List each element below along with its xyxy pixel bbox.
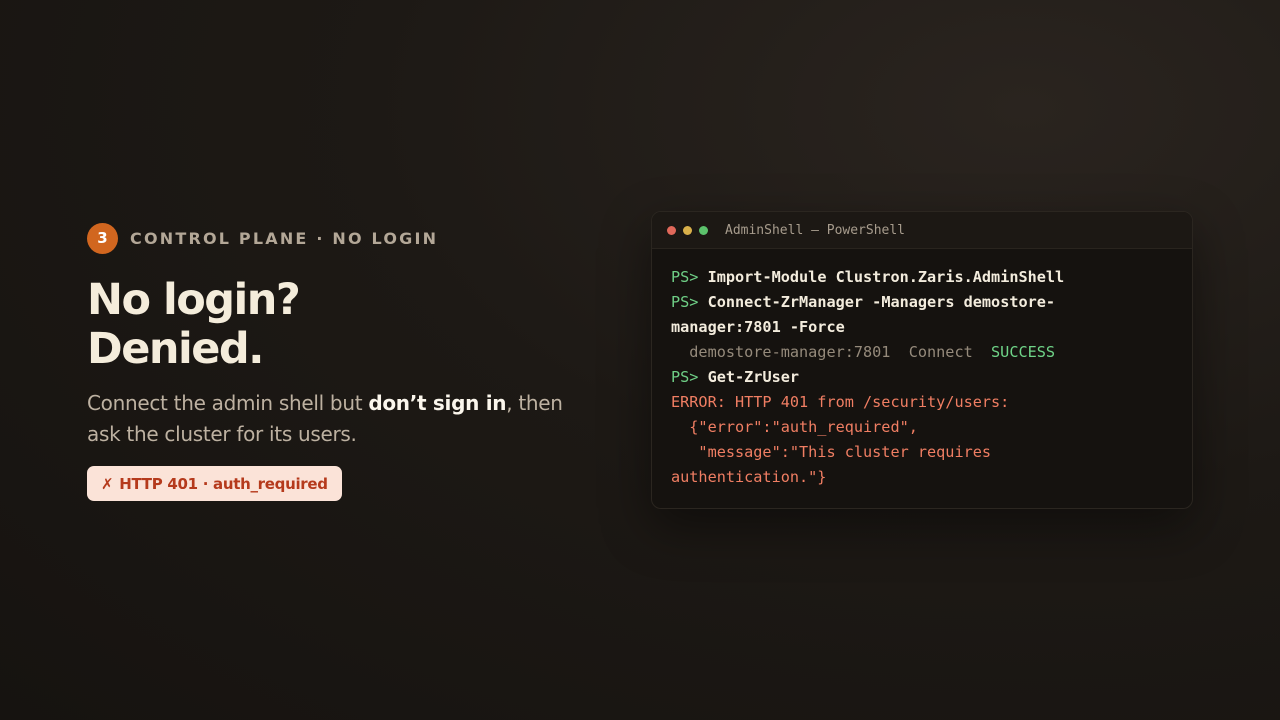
error-output: "message":"This cluster requires (671, 443, 992, 461)
close-window-dot-icon[interactable] (667, 225, 676, 235)
headline: No login? Denied. (87, 276, 587, 374)
maximize-window-dot-icon[interactable] (699, 225, 708, 235)
prompt: PS> (671, 368, 699, 386)
terminal-line: authentication."} (671, 465, 1173, 490)
terminal-line: PS> Get-ZrUser (671, 365, 1173, 390)
terminal-output[interactable]: PS> Import-Module Clustron.Zaris.AdminSh… (652, 249, 1192, 490)
terminal-title: AdminShell — PowerShell (725, 222, 906, 238)
subtitle-line-2: ask the cluster for its users. (87, 422, 357, 446)
terminal-titlebar: AdminShell — PowerShell (652, 212, 1192, 249)
subtitle: Connect the admin shell but don’t sign i… (87, 388, 587, 450)
terminal-line: "message":"This cluster requires (671, 440, 1173, 465)
command-text: Get-ZrUser (707, 368, 800, 386)
eyebrow-label: CONTROL PLANE · NO LOGIN (130, 228, 439, 248)
error-status-badge: ✗ HTTP 401 · auth_required (87, 466, 342, 501)
subtitle-text: Connect the admin shell but (87, 391, 369, 415)
subtitle-emphasis: don’t sign in (368, 391, 507, 415)
connection-status: SUCCESS (991, 343, 1056, 361)
terminal-line: demostore-manager:7801 Connect SUCCESS (671, 340, 1173, 365)
error-output: {"error":"auth_required", (671, 418, 918, 436)
eyebrow: 3 CONTROL PLANE · NO LOGIN (87, 222, 587, 254)
command-text: Import-Module Clustron.Zaris.AdminShell (707, 268, 1065, 286)
terminal-window: AdminShell — PowerShell PS> Import-Modul… (651, 211, 1193, 509)
headline-line-1: No login? (87, 275, 301, 325)
error-output: ERROR: HTTP 401 from /security/users: (671, 393, 1010, 411)
subtitle-text-end: , then (506, 391, 563, 415)
cross-icon: ✗ (101, 474, 114, 493)
headline-line-2: Denied. (87, 324, 265, 374)
prompt: PS> (671, 293, 699, 311)
minimize-window-dot-icon[interactable] (683, 225, 692, 235)
terminal-line: {"error":"auth_required", (671, 415, 1173, 440)
terminal-line: manager:7801 -Force (671, 315, 1173, 340)
error-status-text: HTTP 401 · auth_required (119, 474, 328, 493)
connection-output: demostore-manager:7801 Connect (671, 343, 992, 361)
prompt: PS> (671, 268, 699, 286)
terminal-line: PS> Connect-ZrManager -Managers demostor… (671, 290, 1173, 315)
error-output: authentication."} (671, 468, 827, 486)
terminal-line: PS> Import-Module Clustron.Zaris.AdminSh… (671, 265, 1173, 290)
command-text: Connect-ZrManager -Managers demostore- (707, 293, 1056, 311)
terminal-line: ERROR: HTTP 401 from /security/users: (671, 390, 1173, 415)
step-number-badge: 3 (87, 222, 118, 254)
slide-content: 3 CONTROL PLANE · NO LOGIN No login? Den… (87, 222, 587, 501)
command-continuation: manager:7801 -Force (671, 318, 845, 336)
